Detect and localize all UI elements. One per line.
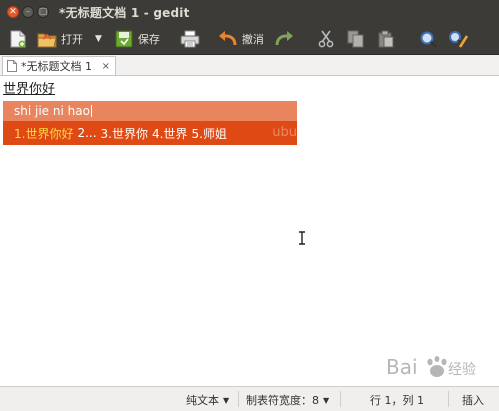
document-text-line: 世界你好 xyxy=(3,82,56,97)
paste-icon xyxy=(376,29,396,49)
copy-button[interactable] xyxy=(346,25,366,53)
chevron-down-icon: ▼ xyxy=(323,395,330,405)
tab-untitled-document[interactable]: *无标题文档 1 × xyxy=(2,56,116,75)
redo-arrow-icon xyxy=(274,29,294,49)
text-editor[interactable]: 世界你好 shi jie ni hao 1.世界你好 2... 3.世界你 4.… xyxy=(0,76,499,386)
open-dropdown-button[interactable]: ▼ xyxy=(95,25,102,53)
language-label: 纯文本 xyxy=(186,394,219,407)
cursor-position-label: 行 1，列 1 xyxy=(370,394,424,407)
ime-caret xyxy=(90,105,92,117)
undo-label: 撤消 xyxy=(241,33,264,46)
new-document-button[interactable] xyxy=(8,25,28,53)
print-button[interactable] xyxy=(180,25,200,53)
insert-mode: 插入 xyxy=(462,392,484,408)
svg-text:Bai: Bai xyxy=(386,355,418,379)
window-maximize-button[interactable]: □ xyxy=(37,6,49,18)
tab-width-selector[interactable]: 制表符宽度：8 ▼ xyxy=(246,392,329,408)
window-title: *无标题文档 1 - gedit xyxy=(59,5,190,20)
chevron-down-icon: ▼ xyxy=(95,34,102,44)
ime-preedit: shi jie ni hao xyxy=(3,101,297,121)
window-minimize-button[interactable]: – xyxy=(22,6,34,18)
find-button[interactable] xyxy=(418,25,438,53)
svg-text:经验: 经验 xyxy=(448,362,476,378)
save-label: 保存 xyxy=(137,33,160,46)
tab-label: *无标题文档 1 xyxy=(21,60,92,73)
tab-close-icon[interactable]: × xyxy=(102,61,110,72)
status-bar: 纯文本 ▼ 制表符宽度：8 ▼ 行 1，列 1 插入 xyxy=(0,386,499,411)
find-replace-icon xyxy=(448,29,468,49)
tab-width-label: 制表符宽度：8 xyxy=(246,394,319,407)
ime-preedit-text: shi jie ni hao xyxy=(14,104,90,118)
ime-popup: shi jie ni hao 1.世界你好 2... 3.世界你 4.世界 5.… xyxy=(3,101,297,145)
ime-candidate[interactable]: 5.师姐 xyxy=(191,125,226,142)
ime-candidate[interactable]: 3.世界你 xyxy=(101,125,148,142)
chevron-down-icon: ▼ xyxy=(223,395,230,405)
save-icon xyxy=(114,29,134,49)
toolbar: 打开 ▼ 保存 撤消 xyxy=(0,24,499,55)
open-button[interactable]: 打开 xyxy=(37,25,83,53)
undo-button[interactable]: 撤消 xyxy=(218,25,264,53)
text-cursor-icon xyxy=(299,231,305,245)
ime-candidate[interactable]: 2... xyxy=(77,126,96,140)
cut-button[interactable] xyxy=(316,25,336,53)
replace-button[interactable] xyxy=(448,25,468,53)
undo-arrow-icon xyxy=(218,29,238,49)
document-icon xyxy=(7,60,17,72)
save-button[interactable]: 保存 xyxy=(114,25,160,53)
ime-candidate-list: 1.世界你好 2... 3.世界你 4.世界 5.师姐 ubu xyxy=(3,121,297,145)
tab-bar: *无标题文档 1 × xyxy=(0,55,499,76)
scissors-icon xyxy=(316,29,336,49)
new-document-icon xyxy=(8,29,28,49)
baidu-watermark-logo: Bai 经验 xyxy=(386,352,496,382)
open-folder-icon xyxy=(37,29,57,49)
copy-icon xyxy=(346,29,366,49)
language-selector[interactable]: 纯文本 ▼ xyxy=(186,392,229,408)
title-bar: ✕ – □ *无标题文档 1 - gedit xyxy=(0,0,499,24)
ime-candidate[interactable]: 4.世界 xyxy=(152,125,187,142)
status-separator xyxy=(340,391,341,407)
paste-button[interactable] xyxy=(376,25,396,53)
status-separator xyxy=(448,391,449,407)
open-label: 打开 xyxy=(61,33,83,46)
cursor-position: 行 1，列 1 xyxy=(370,392,424,408)
ime-candidate[interactable]: 1.世界你好 xyxy=(14,125,73,142)
status-separator xyxy=(238,391,239,407)
printer-icon xyxy=(180,29,200,49)
ime-watermark: ubu xyxy=(272,125,297,140)
insert-mode-label: 插入 xyxy=(462,394,484,407)
search-icon xyxy=(418,29,438,49)
redo-button[interactable] xyxy=(274,25,294,53)
window-close-button[interactable]: ✕ xyxy=(7,6,19,18)
